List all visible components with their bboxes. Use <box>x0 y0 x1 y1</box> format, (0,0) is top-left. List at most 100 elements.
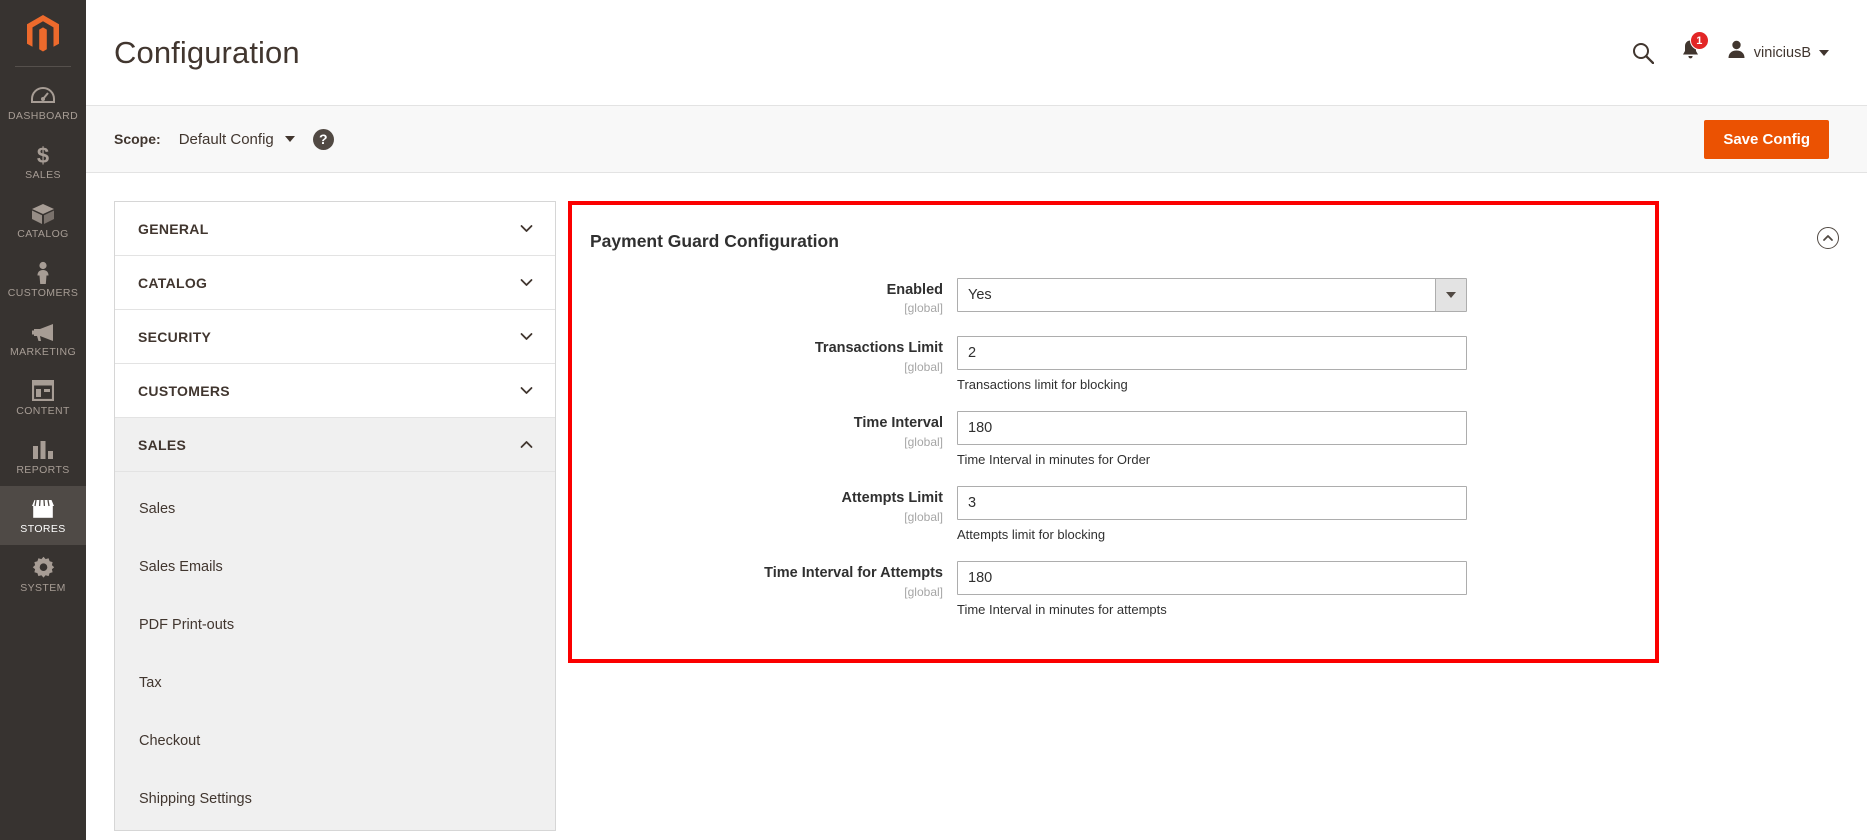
field-enabled: Enabled [global] Yes <box>572 278 1655 317</box>
sidebar-item-label: CUSTOMERS <box>7 286 79 299</box>
field-time-interval-for-attempts: Time Interval for Attempts [global] Time… <box>572 561 1655 617</box>
sidebar-item-catalog[interactable]: CATALOG <box>0 191 86 250</box>
sidebar-item-label: MARKETING <box>9 345 77 358</box>
gear-icon <box>30 556 56 580</box>
field-label: Enabled <box>886 282 943 298</box>
time-interval-for-attempts-input[interactable] <box>957 561 1467 596</box>
sidebar-item-label: SALES <box>25 168 61 181</box>
field-label: Time Interval <box>853 415 943 432</box>
page-title: Configuration <box>114 34 300 70</box>
field-label: Transactions Limit <box>814 340 943 357</box>
field-hint: Time Interval in minutes for Order <box>957 452 1151 468</box>
field-label-group: Enabled [global] <box>572 278 957 317</box>
payment-guard-configuration-panel: Payment Guard Configuration Enabled [glo… <box>568 201 1659 663</box>
magento-logo-icon[interactable] <box>0 0 86 62</box>
sidebar-item-label: SYSTEM <box>20 581 66 594</box>
scope-bar: Scope: Default Config ? Save Config <box>86 105 1867 173</box>
primary-sidebar: DASHBOARD $ SALES CATALOG CUSTOMERS MARK… <box>0 0 86 840</box>
field-control-group: Time Interval in minutes for attempts <box>957 561 1655 617</box>
field-label-group: Transactions Limit [global] <box>572 336 957 392</box>
search-icon[interactable] <box>1632 42 1654 64</box>
sidebar-item-marketing[interactable]: MARKETING <box>0 309 86 368</box>
config-panel-column: Payment Guard Configuration Enabled [glo… <box>556 201 1867 831</box>
config-nav-column: GENERAL CATALOG SECURITY CUSTOMERS SALES… <box>86 201 556 831</box>
main-content: Configuration 1 viniciusB Scope: Default… <box>86 0 1867 840</box>
nav-section-sales[interactable]: SALES <box>115 418 555 472</box>
field-control-group: Yes <box>957 278 1655 317</box>
sidebar-divider <box>15 66 71 67</box>
sidebar-item-label: STORES <box>20 522 66 535</box>
field-label-group: Attempts Limit [global] <box>572 486 957 542</box>
sidebar-item-system[interactable]: SYSTEM <box>0 545 86 604</box>
nav-sub-shipping-settings[interactable]: Shipping Settings <box>115 770 555 828</box>
select-arrow-icon[interactable] <box>1435 279 1466 311</box>
admin-page: DASHBOARD $ SALES CATALOG CUSTOMERS MARK… <box>0 0 1867 840</box>
question-mark-icon[interactable]: ? <box>312 128 334 150</box>
field-hint: Time Interval in minutes for attempts <box>957 602 1167 618</box>
field-time-interval: Time Interval [global] Time Interval in … <box>572 411 1655 467</box>
nav-sub-checkout[interactable]: Checkout <box>115 712 555 770</box>
field-control-group: Attempts limit for blocking <box>957 486 1655 542</box>
enabled-select[interactable]: Yes <box>957 278 1467 312</box>
field-attempts-limit: Attempts Limit [global] Attempts limit f… <box>572 486 1655 542</box>
chevron-down-icon <box>520 276 533 289</box>
sidebar-item-stores[interactable]: STORES <box>0 486 86 545</box>
nav-subsection-list: Sales Sales Emails PDF Print-outs Tax Ch… <box>115 472 555 830</box>
nav-section-customers[interactable]: CUSTOMERS <box>115 364 555 418</box>
config-nav: GENERAL CATALOG SECURITY CUSTOMERS SALES… <box>114 201 556 831</box>
transactions-limit-input[interactable] <box>957 336 1467 371</box>
sidebar-item-label: CATALOG <box>17 227 69 240</box>
page-header: Configuration 1 viniciusB <box>86 0 1867 105</box>
layout-icon <box>30 379 56 403</box>
box-icon <box>30 202 56 226</box>
user-menu[interactable]: viniciusB <box>1727 40 1829 65</box>
sidebar-item-content[interactable]: CONTENT <box>0 368 86 427</box>
nav-sub-sales[interactable]: Sales <box>115 480 555 538</box>
megaphone-icon <box>30 320 56 344</box>
sidebar-item-dashboard[interactable]: DASHBOARD <box>0 73 86 132</box>
config-body: GENERAL CATALOG SECURITY CUSTOMERS SALES… <box>86 173 1867 831</box>
nav-section-title: CUSTOMERS <box>138 382 230 399</box>
save-config-button[interactable]: Save Config <box>1704 119 1829 159</box>
chevron-down-icon <box>1819 49 1829 56</box>
nav-sub-tax[interactable]: Tax <box>115 654 555 712</box>
sidebar-item-sales[interactable]: $ SALES <box>0 132 86 191</box>
field-hint: Attempts limit for blocking <box>957 527 1106 543</box>
chevron-down-icon <box>520 384 533 397</box>
panel-title: Payment Guard Configuration <box>590 231 839 251</box>
field-control-group: Transactions limit for blocking <box>957 336 1655 392</box>
field-label: Time Interval for Attempts <box>764 565 943 582</box>
scope-label: Scope: <box>114 131 161 147</box>
field-control-group: Time Interval in minutes for Order <box>957 411 1655 467</box>
chevron-up-icon <box>520 438 533 451</box>
nav-section-title: CATALOG <box>138 274 208 291</box>
time-interval-input[interactable] <box>957 411 1467 446</box>
scope-group: Scope: Default Config ? <box>114 128 334 150</box>
person-icon <box>30 261 56 285</box>
nav-section-general[interactable]: GENERAL <box>115 202 555 256</box>
scope-value: Default Config <box>178 130 274 148</box>
notifications-button[interactable]: 1 <box>1680 31 1709 66</box>
attempts-limit-input[interactable] <box>957 486 1467 521</box>
user-name-label: viniciusB <box>1753 44 1811 61</box>
nav-sub-pdf-print-outs[interactable]: PDF Print-outs <box>115 596 555 654</box>
chevron-down-icon <box>520 330 533 343</box>
nav-sub-sales-emails[interactable]: Sales Emails <box>115 538 555 596</box>
nav-section-security[interactable]: SECURITY <box>115 310 555 364</box>
sidebar-item-reports[interactable]: REPORTS <box>0 427 86 486</box>
field-scope-tag: [global] <box>904 509 943 524</box>
bar-chart-icon <box>30 438 56 462</box>
enabled-select-value[interactable]: Yes <box>957 278 1467 312</box>
scope-switcher[interactable]: Default Config <box>179 131 295 148</box>
field-label-group: Time Interval for Attempts [global] <box>572 561 957 617</box>
nav-section-catalog[interactable]: CATALOG <box>115 256 555 310</box>
dollar-icon: $ <box>30 143 56 167</box>
field-hint: Transactions limit for blocking <box>957 377 1128 393</box>
field-scope-tag: [global] <box>904 301 943 316</box>
field-scope-tag: [global] <box>904 584 943 599</box>
sidebar-item-label: REPORTS <box>16 463 70 476</box>
sidebar-item-label: CONTENT <box>16 404 70 417</box>
chevron-up-circle-icon[interactable] <box>1817 227 1839 249</box>
sidebar-item-customers[interactable]: CUSTOMERS <box>0 250 86 309</box>
svg-text:$: $ <box>37 143 49 167</box>
